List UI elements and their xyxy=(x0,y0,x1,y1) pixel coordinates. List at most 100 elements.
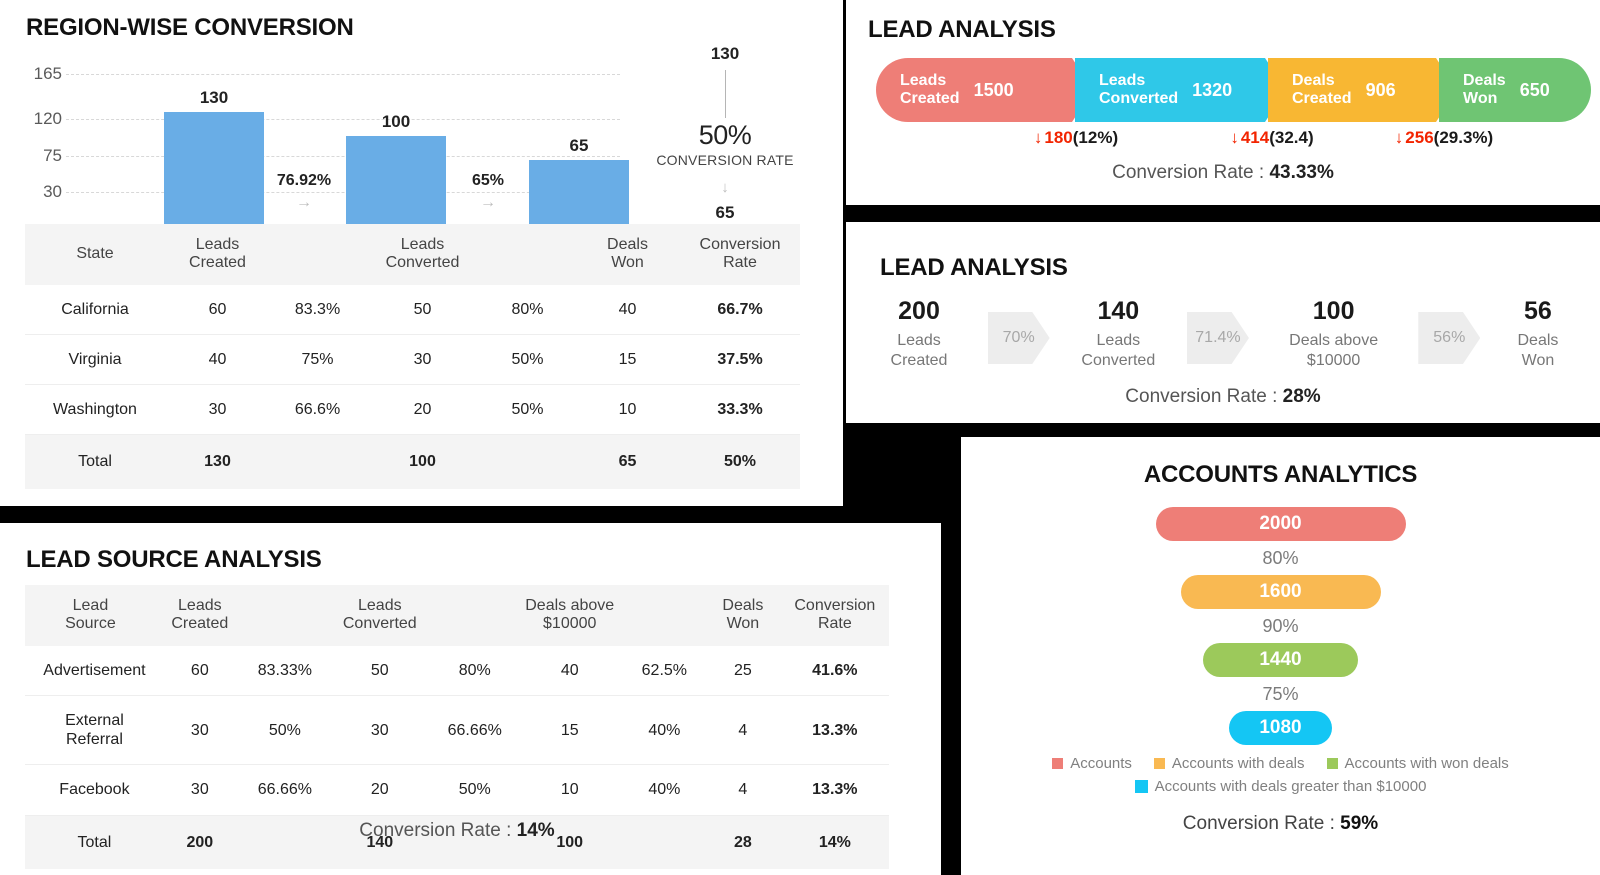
col-leads-created: Leads Created xyxy=(155,585,244,646)
cell-total-pct-1 xyxy=(270,435,365,489)
gridline xyxy=(66,74,620,75)
col-pct-1 xyxy=(270,224,365,285)
cell-leads-created: 30 xyxy=(208,401,227,419)
accounts-analytics-panel: ACCOUNTS ANALYTICS 2000 80% 1600 90% 144… xyxy=(961,437,1600,875)
cell-state: Washington xyxy=(53,401,137,419)
funnel-stage-leads-created[interactable]: Leads Created 1500 xyxy=(876,58,1093,122)
pill-accounts-with-won-deals[interactable]: 1440 xyxy=(1203,643,1358,677)
legend-swatch-icon xyxy=(1153,758,1165,769)
y-axis-tick: 120 xyxy=(33,109,62,128)
chevron-stage-deals-above: 100 Deals above $10000 xyxy=(1259,297,1409,371)
col-leads-converted: Leads Converted xyxy=(325,585,434,646)
legend-item-accounts-with-deals: Accounts with deals xyxy=(1153,755,1305,772)
legend-swatch-icon xyxy=(1052,758,1064,769)
chevron-stage-value: 56 xyxy=(1524,297,1552,325)
pill-accounts[interactable]: 2000 xyxy=(1155,507,1406,541)
table-header-row: Lead Source Leads Created Leads Converte… xyxy=(25,585,889,646)
cell-pct-3: 40% xyxy=(648,721,681,739)
legend-item-accounts-with-won-deals: Accounts with won deals xyxy=(1326,755,1509,772)
cell-pct-1: 75% xyxy=(301,350,334,368)
col-deals-above: Deals above $10000 xyxy=(515,585,624,646)
lead-source-analysis-panel: LEAD SOURCE ANALYSIS Lead Source Leads C… xyxy=(0,523,941,875)
cell-lead-source: Facebook xyxy=(59,781,130,799)
drop-pct: (12%) xyxy=(1072,128,1119,147)
table-row: Advertisement 60 83.33% 50 80% 40 62.5% … xyxy=(25,646,889,696)
bar-value-leads-created: 130 xyxy=(199,88,229,107)
chevron-pct-1: 70% xyxy=(987,312,1050,364)
conversion-top-value: 130 xyxy=(710,44,740,63)
cell-pct-2: 80% xyxy=(511,300,544,318)
chevron-stage-label: Leads Created xyxy=(890,331,948,369)
bar-leads-converted xyxy=(346,136,446,224)
cell-pct-1: 50% xyxy=(268,721,301,739)
cell-conversion-rate: 33.3% xyxy=(717,401,763,419)
conversion-rate-label: Conversion Rate : xyxy=(359,820,517,841)
lead-source-conversion-rate: Conversion Rate : 14% xyxy=(25,820,889,842)
gridline xyxy=(66,119,620,120)
chevron-stage-label: Deals Won xyxy=(1517,331,1559,369)
funnel-stage-label: Leads Created xyxy=(900,72,960,107)
arrow-down-icon: ↓ xyxy=(1033,128,1043,147)
funnel-conversion-rate: Conversion Rate : 43.33% xyxy=(846,162,1600,184)
legend-swatch-icon xyxy=(1326,758,1338,769)
pill-gap-1: 80% xyxy=(1262,548,1299,568)
drop-pct: (32.4) xyxy=(1269,128,1314,147)
table-header-row: State Leads Created Leads Converted Deal… xyxy=(25,224,800,285)
cell-leads-converted: 20 xyxy=(413,401,432,419)
pill-row-accounts-with-won-deals: 1440 xyxy=(961,643,1600,677)
funnel-stage-leads-converted[interactable]: Leads Converted 1320 xyxy=(1075,58,1286,122)
accounts-analytics-title: ACCOUNTS ANALYTICS xyxy=(1143,461,1418,488)
legend-label: Accounts with won deals xyxy=(1344,755,1509,772)
bar-deals-won xyxy=(529,160,629,224)
funnel-stage-deals-won[interactable]: Deals Won 650 xyxy=(1439,58,1591,122)
cell-deals-won: 10 xyxy=(618,401,637,419)
chevron-stage-value: 100 xyxy=(1312,297,1355,325)
table-row: Facebook 30 66.66% 20 50% 10 40% 4 13.3% xyxy=(25,765,889,816)
cell-leads-converted: 50 xyxy=(370,661,389,679)
chevron-conversion-rate: Conversion Rate : 28% xyxy=(846,386,1600,408)
col-pct-3 xyxy=(623,585,706,646)
chevron-stage-flow: 200 Leads Created 70% 140 Leads Converte… xyxy=(860,297,1586,371)
funnel-stage-value: 1320 xyxy=(1192,79,1233,100)
table-row: California 60 83.3% 50 80% 40 66.7% xyxy=(25,285,800,335)
cell-deals-above: 15 xyxy=(560,721,579,739)
chevron-stage-value: 200 xyxy=(898,297,940,325)
col-leads-converted: Leads Converted xyxy=(365,224,480,285)
y-axis-tick: 30 xyxy=(43,182,62,201)
y-axis-tick: 75 xyxy=(43,146,62,165)
arrow-down-icon: ↓ xyxy=(721,179,729,196)
table-row: External Referral 30 50% 30 66.66% 15 40… xyxy=(25,695,889,765)
conversion-rate-value: 14% xyxy=(516,820,555,841)
region-table: State Leads Created Leads Converted Deal… xyxy=(25,224,800,489)
legend-label: Accounts with deals greater than $10000 xyxy=(1154,778,1427,795)
arrow-right-icon: → xyxy=(480,194,496,211)
cell-leads-created: 30 xyxy=(190,781,209,799)
cell-total-leads-converted: 100 xyxy=(409,453,436,471)
cell-lead-source: External Referral xyxy=(65,711,124,749)
lead-source-analysis-title: LEAD SOURCE ANALYSIS xyxy=(26,546,322,573)
table-row: Virginia 40 75% 30 50% 15 37.5% xyxy=(25,334,800,385)
drop-indicator-2: ↓ 414(32.4) xyxy=(1230,128,1313,148)
cell-total-deals-won: 65 xyxy=(618,453,637,471)
legend-row-2: Accounts with deals greater than $10000 xyxy=(961,778,1600,795)
accounts-conversion-rate: Conversion Rate : 59% xyxy=(961,813,1600,835)
funnel-stage-deals-created[interactable]: Deals Created 906 xyxy=(1268,58,1457,122)
bar-leads-created xyxy=(164,112,264,224)
cell-pct-1: 66.66% xyxy=(257,781,312,799)
pill-accounts-deals-over-10000[interactable]: 1080 xyxy=(1229,711,1332,745)
legend-row-1: Accounts Accounts with deals Accounts wi… xyxy=(961,755,1600,772)
cell-conversion-rate: 41.6% xyxy=(812,661,858,679)
arrow-down-icon: ↓ xyxy=(1394,128,1404,147)
funnel-stage-label: Deals Created xyxy=(1292,72,1352,107)
cell-deals-won: 40 xyxy=(618,300,637,318)
pill-accounts-with-deals[interactable]: 1600 xyxy=(1180,575,1381,609)
legend-item-accounts-deals-over-10000: Accounts with deals greater than $10000 xyxy=(1134,778,1427,795)
region-wise-conversion-panel: REGION-WISE CONVERSION 165 120 75 30 130… xyxy=(0,0,843,506)
drop-indicator-1: ↓ 180(12%) xyxy=(1034,128,1118,148)
lead-analysis-chevron-panel: LEAD ANALYSIS 200 Leads Created 70% 140 … xyxy=(846,222,1600,423)
conversion-rate-label: Conversion Rate : xyxy=(1125,386,1283,407)
col-deals-won: Deals Won xyxy=(575,224,680,285)
cell-leads-converted: 50 xyxy=(413,300,432,318)
cell-leads-converted: 20 xyxy=(370,781,389,799)
cell-leads-created: 30 xyxy=(190,721,209,739)
